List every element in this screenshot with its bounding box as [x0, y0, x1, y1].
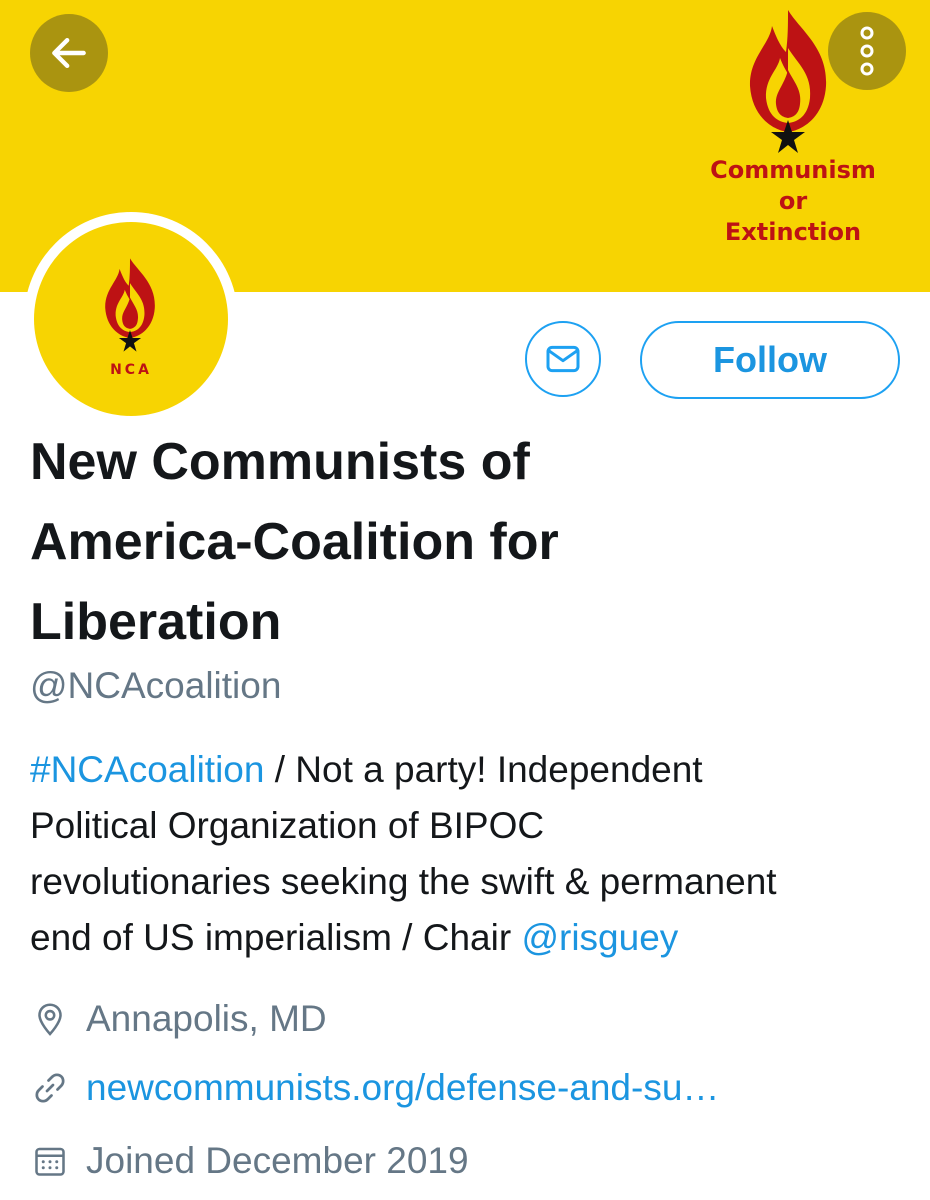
- website-link[interactable]: newcommunists.org/defense-and-su…: [86, 1067, 719, 1109]
- more-options-button[interactable]: [828, 12, 906, 90]
- banner-slogan-line: Extinction: [724, 218, 862, 246]
- hashtag-link[interactable]: #NCAcoalition: [30, 749, 264, 790]
- flame-star-logo: [749, 10, 827, 153]
- joined-text: Joined December 2019: [86, 1140, 469, 1181]
- profile-name-line: America-Coalition for: [30, 513, 559, 571]
- bio-text: / Not a party! Independent: [264, 749, 703, 790]
- banner-slogan: Communism or Extinction: [688, 155, 898, 248]
- bio-line: revolutionaries seeking the swift & perm…: [30, 861, 777, 902]
- bio-line: end of US imperialism / Chair @risguey: [30, 910, 910, 966]
- profile-avatar[interactable]: NCA: [24, 212, 238, 426]
- profile-bio: #NCAcoalition / Not a party! Independent…: [30, 742, 910, 966]
- avatar-label: NCA: [110, 362, 152, 378]
- profile-handle: @NCAcoalition: [30, 665, 282, 706]
- profile-name: New Communists of America-Coalition for …: [30, 422, 890, 662]
- arrow-left-icon: [52, 37, 86, 69]
- avatar-image: NCA: [34, 222, 228, 416]
- profile-name-line: New Communists of: [30, 433, 530, 491]
- location-text: Annapolis, MD: [86, 998, 327, 1039]
- profile-name-line: Liberation: [30, 593, 282, 651]
- back-button[interactable]: [30, 14, 108, 92]
- mention-link[interactable]: @risguey: [521, 917, 678, 958]
- location-pin-icon: [30, 999, 70, 1039]
- flame-star-logo: [105, 258, 155, 352]
- envelope-icon: [546, 345, 580, 373]
- profile-joined: Joined December 2019: [30, 1140, 469, 1182]
- bio-text: end of US imperialism / Chair: [30, 917, 522, 958]
- bio-line: Political Organization of BIPOC: [30, 805, 545, 846]
- profile-website: newcommunists.org/defense-and-su…: [30, 1067, 719, 1109]
- more-vertical-icon: [860, 26, 874, 76]
- bio-line: #NCAcoalition / Not a party! Independent: [30, 742, 910, 798]
- banner-slogan-line: Communism: [710, 156, 876, 184]
- profile-location: Annapolis, MD: [30, 998, 327, 1040]
- banner-slogan-line: or: [778, 187, 808, 215]
- follow-button[interactable]: Follow: [640, 321, 900, 399]
- link-icon: [30, 1068, 70, 1108]
- calendar-icon: [30, 1141, 70, 1181]
- message-button[interactable]: [525, 321, 601, 397]
